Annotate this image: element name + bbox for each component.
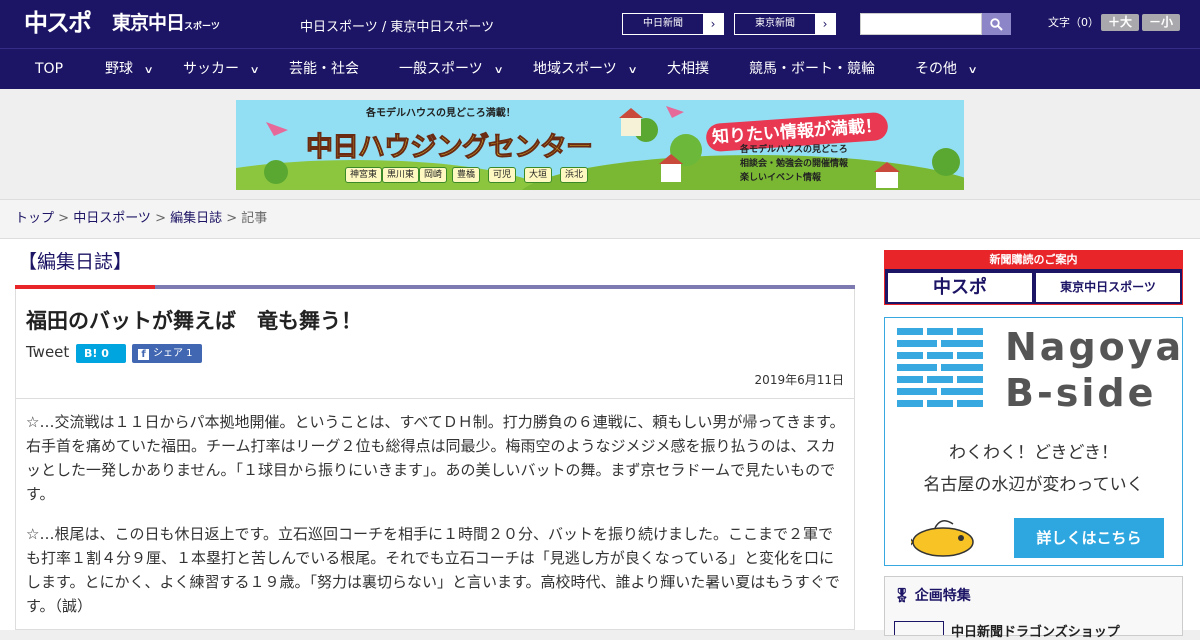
feature-thumbnail[interactable] [894, 621, 944, 635]
housing-center-banner[interactable]: 各モデルハウスの見どころ満載！ 中日ハウジングセンター 神宮東 黒川東 岡崎 豊… [236, 100, 964, 190]
article: 福田のバットが舞えば 竜も舞う！ Tweet B! 0 f シェア 1 2019年… [15, 289, 855, 630]
nav-item-label: TOP [35, 61, 64, 77]
chunichi-sports-logo[interactable]: 中スポ [24, 7, 92, 39]
banner-top-text: 各モデルハウスの見どころ満載！ [366, 108, 516, 119]
article-paragraph: ☆…根尾は、この日も休日返上です。立石巡回コーチを相手に１時間２０分、バットを振… [26, 525, 840, 615]
subscribe-chunichi-sports-link[interactable]: 中スポ [888, 273, 1032, 302]
font-bigger-button[interactable]: ＋大 [1101, 14, 1139, 31]
nav-item-general-sports[interactable]: 一般スポーツ ∨ [399, 49, 504, 89]
banner-city: 豊橋 [452, 167, 481, 183]
brick-wall-icon [897, 328, 983, 407]
ad-subtitle-1: わくわく！どきどき！ [949, 443, 1118, 463]
site-header: 中スポ 東京中日スポーツ 中日スポーツ / 東京中日スポーツ 中日新聞 › 東京… [0, 0, 1200, 48]
chunichi-shimbun-label: 中日新聞 [643, 18, 683, 29]
banner-area: 各モデルハウスの見どころ満載！ 中日ハウジングセンター 神宮東 黒川東 岡崎 豊… [0, 89, 1200, 200]
nav-item-entertainment[interactable]: 芸能・社会 [289, 49, 359, 89]
facebook-icon: f [138, 349, 149, 360]
tokyo-shimbun-label: 東京新聞 [755, 18, 795, 29]
feature-box: 🎖 企画特集 中日新聞ドラゴンズショップ [884, 576, 1183, 640]
banner-city: 黒川東 [382, 167, 420, 183]
chevron-down-icon: ∨ [493, 65, 504, 76]
feature-header: 🎖 企画特集 [893, 585, 971, 605]
nav-item-baseball[interactable]: 野球 ∨ [105, 49, 154, 89]
site-links[interactable]: 中日スポーツ / 東京中日スポーツ [300, 16, 494, 35]
banner-bullet: 各モデルハウスの見どころ [740, 145, 848, 155]
subscription-header: 新聞購読のご案内 [885, 251, 1182, 269]
nav-item-label: 野球 [105, 61, 133, 77]
breadcrumb-separator: > [150, 211, 171, 226]
breadcrumb-separator: > [222, 211, 242, 226]
category-title: 【編集日誌】 [18, 251, 133, 273]
nav-item-label: 一般スポーツ [399, 61, 483, 77]
article-date: 2019年6月11日 [754, 373, 844, 387]
chevron-down-icon: ∨ [967, 65, 978, 76]
nagoya-bside-ad[interactable]: Nagoya B-side わくわく！どきどき！ 名古屋の水辺が変わっていく 詳… [884, 317, 1183, 566]
banner-city: 神宮東 [345, 167, 383, 183]
article-title: 福田のバットが舞えば 竜も舞う！ [26, 309, 362, 333]
nav-item-label: 大相撲 [667, 61, 709, 77]
chevron-down-icon: ∨ [627, 65, 638, 76]
tweet-button[interactable]: Tweet [26, 343, 69, 361]
nav-item-sumo[interactable]: 大相撲 [667, 49, 709, 89]
ad-name-line1: Nagoya [1005, 325, 1185, 369]
search-icon [990, 18, 1003, 31]
chevron-down-icon: ∨ [143, 65, 154, 76]
tokyo-chunichi-logo-small: スポーツ [184, 22, 220, 32]
tokyo-chunichi-logo-main: 東京中日 [112, 12, 185, 34]
breadcrumb-separator: > [54, 211, 74, 226]
chevron-down-icon: ∨ [249, 65, 260, 76]
banner-city: 大垣 [524, 167, 553, 183]
chunichi-shimbun-button[interactable]: 中日新聞 › [622, 13, 724, 35]
banner-title: 中日ハウジングセンター [306, 132, 594, 164]
main-content: 【編集日誌】 福田のバットが舞えば 竜も舞う！ Tweet B! 0 f シェア … [0, 239, 1200, 640]
feature-header-label: 企画特集 [914, 588, 971, 604]
article-divider [16, 398, 854, 399]
chevron-right-icon: › [815, 14, 835, 34]
banner-city: 可児 [488, 167, 517, 183]
nav-item-label: サッカー [183, 61, 239, 77]
main-nav: TOP 野球 ∨ サッカー ∨ 芸能・社会 一般スポーツ ∨ 地域スポーツ ∨ 大相撲 … [0, 48, 1200, 89]
nav-item-racing[interactable]: 競馬・ボート・競輪 [749, 49, 875, 89]
ribbon-icon: 🎖 [893, 588, 911, 604]
nav-item-label: 芸能・社会 [289, 61, 359, 77]
tokyo-shimbun-button[interactable]: 東京新聞 › [734, 13, 836, 35]
ad-details-button[interactable]: 詳しくはこちら [1014, 518, 1164, 558]
search-button[interactable] [982, 13, 1011, 35]
ad-name-line2: B-side [1005, 371, 1157, 415]
banner-bullet: 相談会・勉強会の開催情報 [740, 159, 849, 169]
breadcrumb-link-chunichi-sports[interactable]: 中日スポーツ [73, 211, 151, 226]
breadcrumb-link-top[interactable]: トップ [15, 211, 54, 226]
banner-city: 浜北 [560, 167, 589, 183]
search-input[interactable] [860, 13, 982, 35]
banner-bullet: 楽しいイベント情報 [740, 173, 822, 183]
facebook-share-button[interactable]: f シェア 1 [132, 344, 202, 363]
breadcrumb-current: 記事 [241, 211, 268, 226]
subscribe-tokyo-chunichi-link[interactable]: 東京中日スポーツ [1036, 273, 1180, 302]
breadcrumb-link-editorial-diary[interactable]: 編集日誌 [170, 211, 222, 226]
font-smaller-button[interactable]: －小 [1142, 14, 1180, 31]
hatena-bookmark-button[interactable]: B! 0 [76, 344, 126, 363]
nav-item-label: 地域スポーツ [533, 61, 617, 77]
tokyo-chunichi-logo[interactable]: 東京中日スポーツ [112, 10, 220, 40]
ad-subtitle-2: 名古屋の水辺が変わっていく [923, 475, 1144, 495]
subscription-box: 新聞購読のご案内 中スポ 東京中日スポーツ [884, 250, 1183, 305]
breadcrumb: トップ > 中日スポーツ > 編集日誌 > 記事 [0, 200, 1200, 239]
banner-city: 岡崎 [419, 167, 448, 183]
nav-item-label: 競馬・ボート・競輪 [749, 61, 875, 77]
facebook-share-label: シェア 1 [153, 348, 193, 359]
nav-item-other[interactable]: その他 ∨ [915, 49, 978, 89]
nav-item-soccer[interactable]: サッカー ∨ [183, 49, 260, 89]
font-size-label: 文字（0） [1048, 16, 1099, 29]
nav-item-local-sports[interactable]: 地域スポーツ ∨ [533, 49, 638, 89]
chevron-right-icon: › [703, 14, 723, 34]
shrimp-mascot-icon [911, 520, 974, 557]
nav-item-top[interactable]: TOP [35, 49, 63, 89]
article-paragraph: ☆…交流戦は１１日からパ本拠地開催。ということは、すべてＤＨ制。打力勝負の６連戦… [26, 413, 845, 503]
feature-item-link[interactable]: 中日新聞ドラゴンズショップ [951, 621, 1120, 640]
nav-item-label: その他 [915, 61, 957, 77]
